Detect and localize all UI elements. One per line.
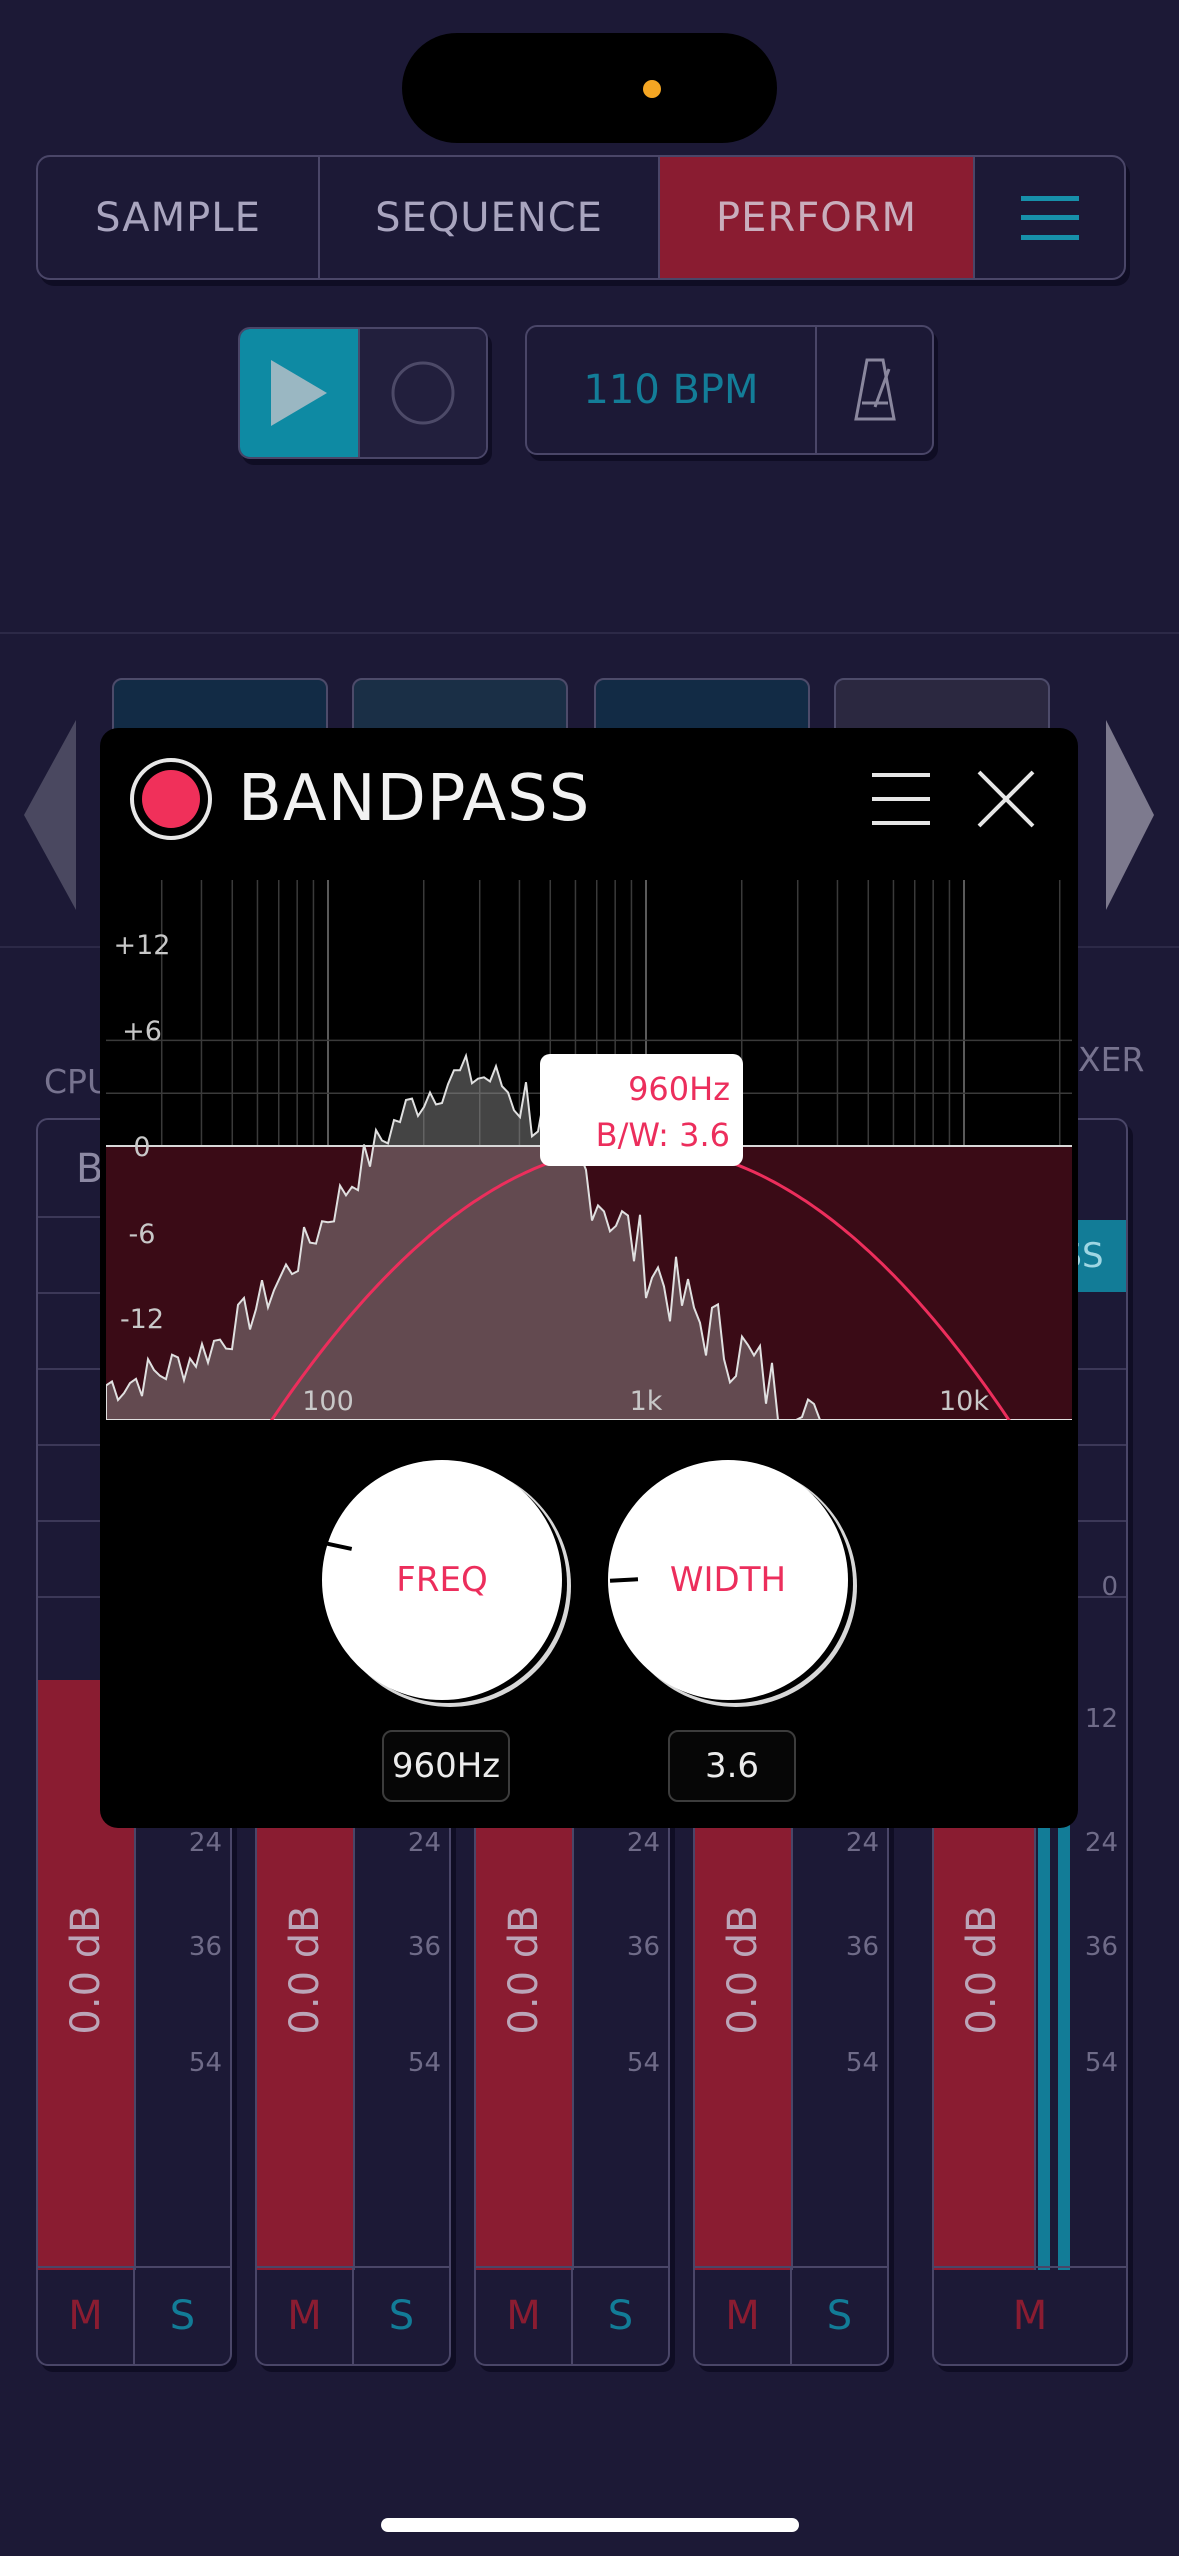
mute-button[interactable]: M [695, 2268, 792, 2364]
mute-button[interactable]: M [934, 2268, 1126, 2364]
tempo-control: 110 BPM [525, 325, 934, 455]
tab-perform[interactable]: PERFORM [660, 157, 975, 278]
meter-tick: 36 [1084, 1932, 1118, 1962]
meter-tick: 36 [845, 1932, 879, 1962]
tab-sequence[interactable]: SEQUENCE [320, 157, 660, 278]
fader-level: 0.0 dB [501, 1905, 547, 2035]
y-tick-label: -6 [129, 1219, 156, 1250]
tab-sample[interactable]: SAMPLE [38, 157, 320, 278]
fader-level: 0.0 dB [63, 1905, 109, 2035]
x-tick-label: 10k [939, 1386, 989, 1417]
solo-button[interactable]: S [573, 2268, 668, 2364]
mixer-label: XER [1078, 1040, 1145, 1079]
record-button[interactable] [358, 329, 486, 457]
width-value-field[interactable]: 3.6 [668, 1730, 796, 1802]
freq-knob[interactable]: FREQ [322, 1460, 562, 1700]
solo-button[interactable]: S [792, 2268, 887, 2364]
hamburger-icon [1020, 195, 1079, 240]
width-knob[interactable]: WIDTH [608, 1460, 848, 1700]
record-icon [391, 361, 455, 425]
tooltip-bandwidth: B/W: 3.6 [596, 1116, 730, 1154]
effect-title: BANDPASS [238, 762, 591, 836]
meter-tick: 24 [1084, 1828, 1118, 1858]
dynamic-island [402, 33, 777, 143]
effect-menu-button[interactable] [872, 773, 930, 825]
solo-button[interactable]: S [135, 2268, 230, 2364]
frequency-response-graph[interactable]: +12 +6 0 -6 -12 100 1k 10k 960Hz B/W: 3.… [106, 880, 1072, 1420]
meter-tick: 12 [1084, 1704, 1118, 1734]
fader-level: 0.0 dB [720, 1905, 766, 2035]
mute-button[interactable]: M [257, 2268, 354, 2364]
y-tick-label: +6 [122, 1016, 162, 1047]
metronome-button[interactable] [817, 327, 932, 453]
meter-tick: 24 [626, 1828, 660, 1858]
y-tick-label: 0 [133, 1132, 150, 1163]
scroll-left-arrow-icon[interactable] [24, 720, 76, 910]
mute-button[interactable]: M [38, 2268, 135, 2364]
meter-tick: 0 [1101, 1572, 1118, 1602]
meter-tick: 54 [188, 2048, 222, 2078]
freq-value-field[interactable]: 960Hz [382, 1730, 510, 1802]
metronome-icon [853, 358, 896, 421]
meter-tick: 36 [188, 1932, 222, 1962]
meter-tick: 24 [188, 1828, 222, 1858]
meter-tick: 24 [845, 1828, 879, 1858]
privacy-indicator-dot [643, 80, 661, 98]
meter-tick: 54 [1084, 2048, 1118, 2078]
power-indicator-icon [142, 770, 200, 828]
mute-button[interactable]: M [476, 2268, 573, 2364]
freq-knob-label: FREQ [396, 1560, 488, 1600]
x-tick-label: 1k [630, 1386, 663, 1417]
fader-level: 0.0 dB [959, 1905, 1005, 2035]
meter-tick: 54 [845, 2048, 879, 2078]
home-indicator [381, 2518, 799, 2532]
solo-button[interactable]: S [354, 2268, 449, 2364]
main-menu-button[interactable] [975, 157, 1124, 278]
meter-tick: 54 [407, 2048, 441, 2078]
mode-tabs: SAMPLE SEQUENCE PERFORM [36, 155, 1126, 280]
meter-tick: 36 [626, 1932, 660, 1962]
dialog-header: BANDPASS [100, 728, 1078, 878]
bpm-button[interactable]: 110 BPM [527, 327, 817, 453]
width-knob-label: WIDTH [669, 1560, 787, 1600]
meter-tick: 54 [626, 2048, 660, 2078]
play-button[interactable] [240, 329, 358, 457]
effect-power-button[interactable] [130, 758, 212, 840]
meter-tick: 24 [407, 1828, 441, 1858]
section-divider [0, 632, 1179, 634]
close-icon[interactable] [976, 769, 1036, 829]
x-tick-label: 100 [302, 1386, 354, 1417]
transport-controls [238, 327, 488, 459]
meter-tick: 36 [407, 1932, 441, 1962]
play-icon [271, 360, 327, 426]
tooltip-frequency: 960Hz [628, 1070, 730, 1108]
bandpass-effect-dialog: BANDPASS +12 +6 0 -6 -12 100 1k 10k 960H… [100, 728, 1078, 1828]
fader-level: 0.0 dB [282, 1905, 328, 2035]
y-tick-label: +12 [114, 930, 171, 961]
y-tick-label: -12 [120, 1304, 164, 1335]
scroll-right-arrow-icon[interactable] [1106, 720, 1154, 910]
